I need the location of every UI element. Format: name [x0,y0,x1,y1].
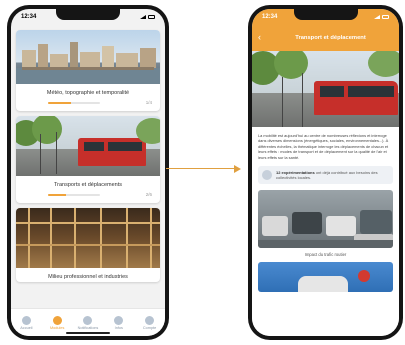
traffic-image[interactable] [258,190,393,249]
module-title: Météo, topographie et temporalité [46,90,130,96]
tab-modules[interactable]: Modules [43,315,71,330]
flow-arrow [166,168,238,169]
battery-icon [382,15,389,19]
tram-image [16,116,160,176]
phone-module-detail: 12:34 ‹ Transport et déplacement La mobi… [248,5,403,340]
phone-notch [56,9,120,20]
modules-screen: 12:34 Météo, topographie et temporalité … [11,9,165,336]
tab-infos[interactable]: Infos [105,315,133,330]
module-card-transports[interactable]: Transports et déplacements 2/6 [16,116,160,203]
module-count: 1/4 [145,100,152,105]
module-count: 2/6 [145,192,152,197]
module-progress-bar [48,193,100,196]
office-image [16,208,160,268]
media-caption: Impact du trafic routier [304,252,347,258]
stage: 12:34 Météo, topographie et temporalité … [0,0,405,345]
tab-accueil[interactable]: Accueil [12,315,40,330]
signal-icon [140,15,146,19]
module-title: Milieu professionnel et industries [48,274,128,280]
tab-notifications[interactable]: Notifications [74,315,102,330]
module-feed: Météo, topographie et temporalité 1/4 Tr… [11,27,165,308]
home-icon [21,315,31,325]
experiment-count-box: 12 expérimentations ont déjà contribué a… [258,166,393,185]
module-title: Transports et déplacements [54,182,122,188]
back-arrow-icon[interactable]: ‹ [258,33,261,42]
battery-icon [148,15,155,19]
tab-compte[interactable]: Compte [136,315,164,330]
module-card-meteo[interactable]: Météo, topographie et temporalité 1/4 [16,30,160,111]
modules-icon [52,315,62,325]
signal-icon [374,15,380,19]
user-icon [145,315,155,325]
city-river-image [16,30,160,84]
lab-icon [262,170,272,181]
status-time: 12:34 [262,14,278,20]
tram-hero-image [252,51,399,127]
info-icon [114,315,124,325]
arrow-head-icon [234,164,241,173]
home-indicator [66,332,110,334]
detail-header: 12:34 ‹ Transport et déplacement [252,9,399,51]
module-description: La mobilité est aujourd'hui au centre de… [258,133,389,160]
module-card-industries[interactable]: Milieu professionnel et industries [16,208,160,282]
phone-notch [293,9,358,20]
next-media-image[interactable] [258,262,393,293]
phone-modules-list: 12:34 Météo, topographie et temporalité … [7,5,169,340]
detail-title: Transport et déplacement [295,35,366,41]
status-time: 12:34 [21,14,37,20]
detail-body: La mobilité est aujourd'hui au centre de… [252,51,399,336]
bell-icon [83,315,93,325]
detail-screen: 12:34 ‹ Transport et déplacement La mobi… [252,9,399,336]
module-progress-bar [48,101,100,104]
